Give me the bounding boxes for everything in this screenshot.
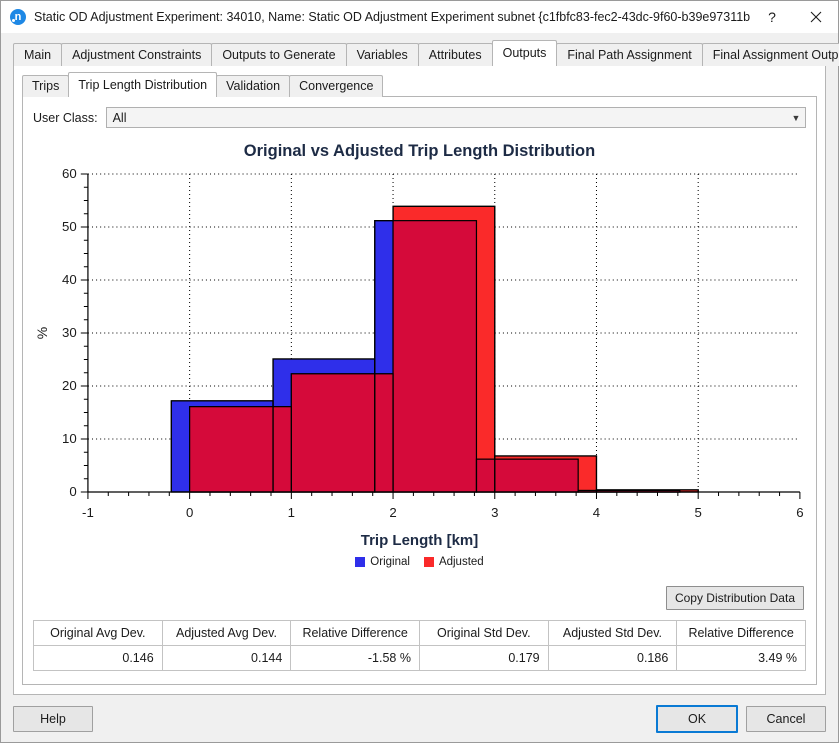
dialog-window: n Static OD Adjustment Experiment: 34010… bbox=[0, 0, 839, 743]
subtab-trips[interactable]: Trips bbox=[22, 75, 69, 97]
tab-variables[interactable]: Variables bbox=[346, 43, 419, 66]
table-row: 0.146 0.144 -1.58 % 0.179 0.186 3.49 % bbox=[34, 646, 806, 671]
user-class-label: User Class: bbox=[33, 111, 98, 125]
tab-final-assignment-outputs[interactable]: Final Assignment Outputs bbox=[702, 43, 839, 66]
legend-label-original: Original bbox=[370, 556, 410, 568]
title-bar: n Static OD Adjustment Experiment: 34010… bbox=[1, 1, 838, 33]
user-class-selected-value: All bbox=[107, 111, 787, 125]
window-title: Static OD Adjustment Experiment: 34010, … bbox=[34, 10, 750, 24]
help-question-glyph: ? bbox=[768, 9, 776, 25]
chart-x-axis-label: Trip Length [km] bbox=[33, 532, 806, 549]
legend-item-adjusted: Adjusted bbox=[424, 556, 484, 568]
ok-button[interactable]: OK bbox=[656, 705, 738, 733]
chart-plot-area: 0 10 20 30 40 50 60% -1 0 1 2 3 4 5 6 bbox=[33, 168, 806, 528]
cell-adjusted-avg-dev: 0.144 bbox=[162, 646, 291, 671]
svg-text:40: 40 bbox=[62, 272, 77, 287]
main-tab-strip: Main Adjustment Constraints Outputs to G… bbox=[13, 41, 838, 66]
svg-text:3: 3 bbox=[491, 505, 498, 520]
subtab-convergence[interactable]: Convergence bbox=[289, 75, 383, 97]
header-relative-difference-std: Relative Difference bbox=[677, 621, 806, 646]
cancel-button[interactable]: Cancel bbox=[746, 706, 826, 732]
tab-final-path-assignment[interactable]: Final Path Assignment bbox=[556, 43, 702, 66]
header-relative-difference-avg: Relative Difference bbox=[291, 621, 420, 646]
help-question-icon[interactable]: ? bbox=[750, 2, 794, 32]
svg-text:%: % bbox=[34, 326, 50, 339]
cell-relative-difference-std: 3.49 % bbox=[677, 646, 806, 671]
copy-distribution-data-button[interactable]: Copy Distribution Data bbox=[666, 586, 804, 610]
trip-length-histogram: 0 10 20 30 40 50 60% -1 0 1 2 3 4 5 6 bbox=[33, 168, 806, 528]
svg-text:-1: -1 bbox=[82, 505, 94, 520]
svg-text:4: 4 bbox=[593, 505, 600, 520]
chart-panel: Original vs Adjusted Trip Length Distrib… bbox=[33, 140, 806, 580]
svg-text:1: 1 bbox=[288, 505, 295, 520]
legend-swatch-original-icon bbox=[355, 557, 365, 567]
legend-label-adjusted: Adjusted bbox=[439, 556, 484, 568]
svg-text:0: 0 bbox=[69, 484, 76, 499]
close-icon[interactable] bbox=[794, 2, 838, 32]
svg-text:5: 5 bbox=[695, 505, 702, 520]
svg-text:6: 6 bbox=[796, 505, 803, 520]
header-original-std-dev: Original Std Dev. bbox=[419, 621, 548, 646]
user-class-row: User Class: All ▼ bbox=[33, 107, 806, 128]
user-class-dropdown[interactable]: All ▼ bbox=[106, 107, 806, 128]
subtab-trip-length-distribution[interactable]: Trip Length Distribution bbox=[68, 72, 217, 97]
cell-original-avg-dev: 0.146 bbox=[34, 646, 163, 671]
dialog-footer: Help OK Cancel bbox=[1, 696, 838, 742]
svg-text:60: 60 bbox=[62, 168, 77, 181]
cell-adjusted-std-dev: 0.186 bbox=[548, 646, 677, 671]
header-adjusted-std-dev: Adjusted Std Dev. bbox=[548, 621, 677, 646]
header-original-avg-dev: Original Avg Dev. bbox=[34, 621, 163, 646]
tab-attributes[interactable]: Attributes bbox=[418, 43, 493, 66]
cell-relative-difference-avg: -1.58 % bbox=[291, 646, 420, 671]
legend-item-original: Original bbox=[355, 556, 410, 568]
help-button[interactable]: Help bbox=[13, 706, 93, 732]
chart-title: Original vs Adjusted Trip Length Distrib… bbox=[33, 142, 806, 161]
svg-text:2: 2 bbox=[389, 505, 396, 520]
svg-text:0: 0 bbox=[186, 505, 193, 520]
svg-text:10: 10 bbox=[62, 431, 77, 446]
svg-text:50: 50 bbox=[62, 219, 77, 234]
copy-button-row: Copy Distribution Data bbox=[33, 586, 804, 610]
trip-length-distribution-panel: User Class: All ▼ Original vs Adjusted T… bbox=[22, 96, 817, 685]
subtab-validation[interactable]: Validation bbox=[216, 75, 290, 97]
statistics-table-wrapper: Original Avg Dev. Adjusted Avg Dev. Rela… bbox=[33, 620, 806, 671]
chart-legend: Original Adjusted bbox=[33, 556, 806, 568]
svg-text:30: 30 bbox=[62, 325, 77, 340]
svg-text:20: 20 bbox=[62, 378, 77, 393]
header-adjusted-avg-dev: Adjusted Avg Dev. bbox=[162, 621, 291, 646]
statistics-table: Original Avg Dev. Adjusted Avg Dev. Rela… bbox=[33, 620, 806, 671]
tab-main[interactable]: Main bbox=[13, 43, 62, 66]
outputs-tab-panel: Trips Trip Length Distribution Validatio… bbox=[13, 65, 826, 695]
app-n-icon: n bbox=[10, 9, 26, 25]
tab-outputs-to-generate[interactable]: Outputs to Generate bbox=[211, 43, 346, 66]
tab-adjustment-constraints[interactable]: Adjustment Constraints bbox=[61, 43, 212, 66]
cell-original-std-dev: 0.179 bbox=[419, 646, 548, 671]
chevron-down-icon: ▼ bbox=[787, 113, 805, 123]
legend-swatch-adjusted-icon bbox=[424, 557, 434, 567]
sub-tab-strip: Trips Trip Length Distribution Validatio… bbox=[22, 73, 825, 97]
close-x-glyph bbox=[810, 11, 822, 23]
tab-outputs[interactable]: Outputs bbox=[492, 40, 558, 66]
table-header-row: Original Avg Dev. Adjusted Avg Dev. Rela… bbox=[34, 621, 806, 646]
